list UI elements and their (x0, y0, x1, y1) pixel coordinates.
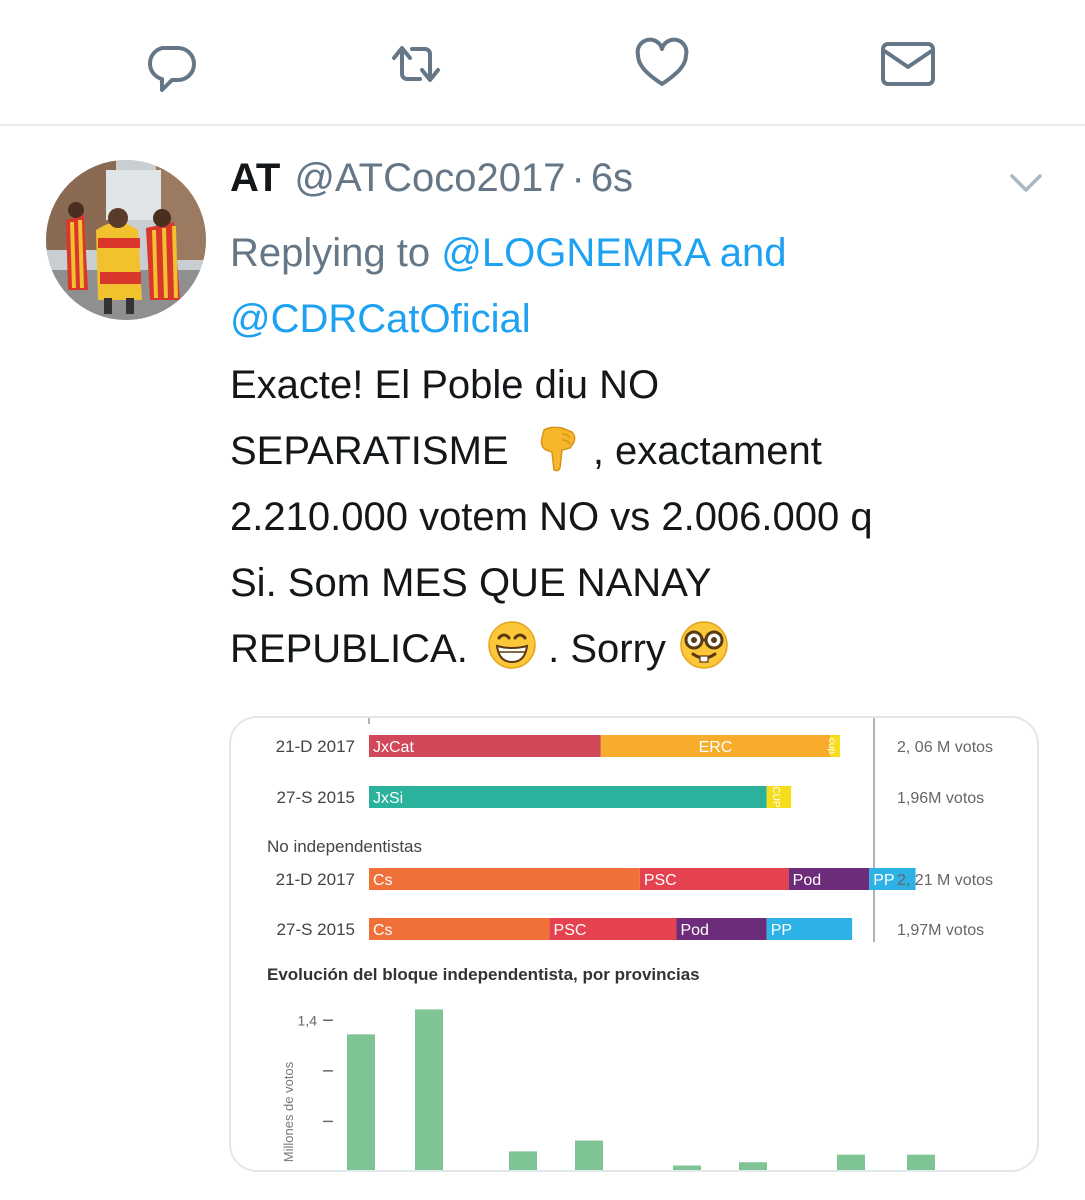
noindep-segment-label: PP (771, 922, 792, 939)
indep-segment-label: CUP (770, 786, 781, 807)
province-bar (837, 1154, 865, 1170)
noindep-segment-label: Pod (793, 872, 821, 889)
mention-and[interactable]: and (720, 231, 787, 275)
indep-segment-label: ERC (699, 739, 733, 756)
grinning-face-emoji-icon (488, 621, 536, 669)
chevron-down-icon[interactable] (1008, 170, 1044, 196)
indep-row-total: 2, 06 M votos (897, 739, 993, 756)
noindep-row-label: 27-S 2015 (277, 920, 355, 939)
tweet-text-line: Si. Som MES QUE NANAY (230, 561, 712, 605)
province-bar (509, 1151, 537, 1170)
tweet-text-fragment: . Sorry (548, 627, 666, 671)
user-handle[interactable]: @ATCoco2017 (294, 156, 565, 201)
tweet-header: AT @ATCoco2017 · 6s (230, 156, 633, 212)
noindep-segment-label: PP (873, 872, 894, 889)
section-title: No independentistas (267, 837, 422, 856)
noindep-bar-segment (369, 918, 550, 940)
indep-segment-label: cup (826, 738, 837, 755)
reply-button[interactable] (142, 36, 198, 92)
replying-to-line: Replying to @LOGNEMRA and @CDRCatOficial (230, 220, 1030, 352)
tweet-text-line: REPUBLICA. . Sorry (230, 616, 1050, 682)
indep-segment-label: JxCat (373, 739, 414, 756)
noindep-row-label: 21-D 2017 (276, 870, 355, 889)
envelope-icon (881, 42, 935, 86)
retweet-button[interactable] (388, 36, 444, 92)
reply-icon (148, 46, 196, 92)
avatar[interactable] (46, 160, 206, 320)
noindep-segment-label: Cs (373, 872, 393, 889)
noindep-segment-label: PSC (554, 922, 587, 939)
tweet-text-fragment: REPUBLICA. (230, 627, 468, 671)
indep-row-label: 27-S 2015 (277, 788, 355, 807)
tweet-media-image[interactable]: 21-D 2017 JxCat ERC cup 2, 06 M votos 27-S 20… (229, 716, 1039, 1172)
retweet-icon (392, 46, 440, 82)
province-bar (347, 1034, 375, 1170)
pointing-down-emoji-icon (540, 426, 576, 472)
nerd-face-emoji-icon (680, 621, 728, 669)
avatar-photo (46, 160, 206, 320)
province-bar (415, 1009, 443, 1170)
indep-bar-segment (369, 786, 767, 808)
tweet-text-fragment: SEPARATISME (230, 429, 509, 473)
tweet-text-line: 2.210.000 votem NO vs 2.006.000 q (230, 495, 873, 539)
noindep-row-total: 1,97M votos (897, 922, 984, 939)
like-button[interactable] (634, 36, 690, 92)
province-bar (739, 1162, 767, 1170)
bar-chart-title: Evolución del bloque independentista, po… (267, 965, 700, 984)
y-tick-label: 1,4 (298, 1012, 318, 1028)
noindep-bar-segment (369, 868, 640, 890)
province-bar (907, 1154, 935, 1170)
province-bar (673, 1165, 701, 1170)
separator-dot: · (571, 156, 585, 200)
display-name[interactable]: AT (230, 156, 280, 201)
election-results-chart: 21-D 2017 JxCat ERC cup 2, 06 M votos 27-S 20… (267, 718, 993, 1170)
replying-to-label: Replying to (230, 231, 431, 275)
noindep-row-total: 2, 21 M votos (897, 872, 993, 889)
mention-cdrcatoficial[interactable]: @CDRCatOficial (230, 297, 531, 341)
tweet-text-line: Exacte! El Poble diu NO (230, 363, 660, 407)
noindep-segment-label: Pod (680, 922, 708, 939)
tweet-action-bar (0, 0, 1085, 126)
province-bar (575, 1140, 603, 1170)
direct-message-button[interactable] (880, 36, 936, 92)
heart-icon (635, 37, 689, 86)
indep-row-total: 1,96M votos (897, 790, 984, 807)
indep-row-label: 21-D 2017 (276, 737, 355, 756)
timestamp[interactable]: 6s (591, 156, 633, 201)
mention-lognemra[interactable]: @LOGNEMRA (441, 231, 708, 275)
tweet-text: Exacte! El Poble diu NO SEPARATISME , ex… (230, 352, 1050, 682)
noindep-segment-label: PSC (644, 872, 677, 889)
noindep-segment-label: Cs (373, 922, 393, 939)
tweet-text-fragment: , exactament (592, 429, 822, 473)
tweet-text-line: SEPARATISME , exactament (230, 418, 1050, 484)
indep-segment-label: JxSi (373, 790, 403, 807)
y-axis-label: Millones de votos (281, 1061, 296, 1162)
